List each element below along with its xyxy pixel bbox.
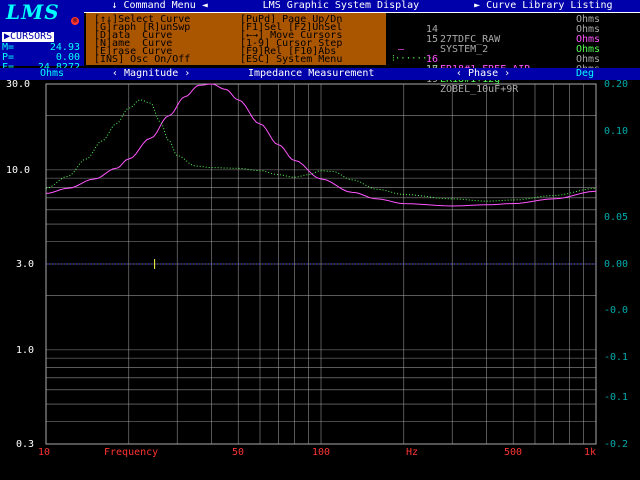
impedance-chart[interactable] bbox=[0, 0, 640, 480]
grid bbox=[45, 83, 597, 445]
